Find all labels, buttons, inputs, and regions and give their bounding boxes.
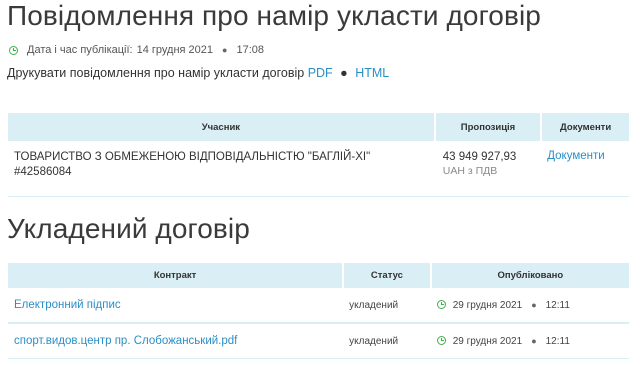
table-header-row: Контракт Статус Опубліковано — [8, 263, 629, 288]
table-row: ТОВАРИСТВО З ОБМЕЖЕНОЮ ВІДПОВІДАЛЬНІСТЮ … — [8, 141, 629, 197]
column-header-documents: Документи — [541, 113, 629, 141]
published-cell: 29 грудня 2021 ● 12:11 — [430, 323, 629, 359]
table-row: спорт.видов.центр пр. Слобожанський.pdf … — [8, 323, 629, 359]
bullet-separator: ● — [531, 299, 537, 310]
table-row: Електронний підпис укладений 29 грудня 2… — [8, 288, 629, 324]
pdf-link[interactable]: PDF — [308, 66, 333, 80]
notice-title: Повідомлення про намір укласти договір — [7, 0, 541, 31]
column-header-status: Статус — [343, 263, 432, 288]
company-name: ТОВАРИСТВО З ОБМЕЖЕНОЮ ВІДПОВІДАЛЬНІСТЮ … — [14, 151, 371, 163]
format-separator: ● — [340, 66, 348, 80]
publication-label: Дата і час публікації: — [27, 44, 133, 56]
published-date: 29 грудня 2021 — [452, 335, 523, 347]
participant-cell: ТОВАРИСТВО З ОБМЕЖЕНОЮ ВІДПОВІДАЛЬНІСТЮ … — [8, 141, 435, 197]
html-link[interactable]: HTML — [355, 66, 389, 80]
contract-file-link[interactable]: спорт.видов.центр пр. Слобожанський.pdf — [14, 335, 237, 347]
bullet-separator: ● — [531, 335, 537, 346]
company-code: #42586084 — [14, 166, 72, 178]
published-date: 29 грудня 2021 — [452, 299, 523, 311]
contract-status: укладений — [343, 288, 431, 324]
offer-amount: 43 949 927,93 — [442, 151, 517, 163]
table-header-row: Учасник Пропозиція Документи — [8, 113, 629, 141]
print-notice-text: Друкувати повідомлення про намір укласти… — [7, 66, 305, 80]
contract-table: Контракт Статус Опубліковано Електронний… — [8, 263, 629, 359]
documents-cell: Документи — [541, 141, 629, 197]
contract-name-cell: Електронний підпис — [8, 288, 344, 324]
bullet-separator: ● — [222, 45, 228, 55]
participants-table: Учасник Пропозиція Документи ТОВАРИСТВО … — [8, 113, 629, 197]
documents-link[interactable]: Документи — [547, 150, 604, 162]
offer-cell: 43 949 927,93 UAH з ПДВ — [434, 141, 542, 197]
publication-time: 17:08 — [236, 44, 264, 56]
column-header-offer: Пропозиція — [434, 113, 543, 141]
column-header-published: Опубліковано — [430, 263, 629, 288]
contract-title: Укладений договір — [7, 213, 250, 244]
column-header-contract: Контракт — [8, 263, 345, 288]
clock-icon — [436, 335, 446, 345]
offer-vat: UAH з ПДВ — [442, 165, 498, 177]
contract-status: укладений — [343, 323, 431, 359]
contract-name-cell: спорт.видов.центр пр. Слобожанський.pdf — [8, 323, 344, 359]
published-time: 12:11 — [545, 335, 570, 347]
publication-info: Дата і час публікації: 14 грудня 2021 ● … — [9, 44, 264, 56]
published-cell: 29 грудня 2021 ● 12:11 — [430, 288, 629, 324]
contract-file-link[interactable]: Електронний підпис — [14, 299, 121, 311]
publication-date: 14 грудня 2021 — [136, 44, 214, 56]
clock-icon — [9, 45, 18, 55]
published-time: 12:11 — [545, 299, 570, 311]
print-notice-line: Друкувати повідомлення про намір укласти… — [7, 66, 389, 80]
clock-icon — [436, 299, 446, 309]
column-header-participant: Учасник — [8, 113, 436, 141]
